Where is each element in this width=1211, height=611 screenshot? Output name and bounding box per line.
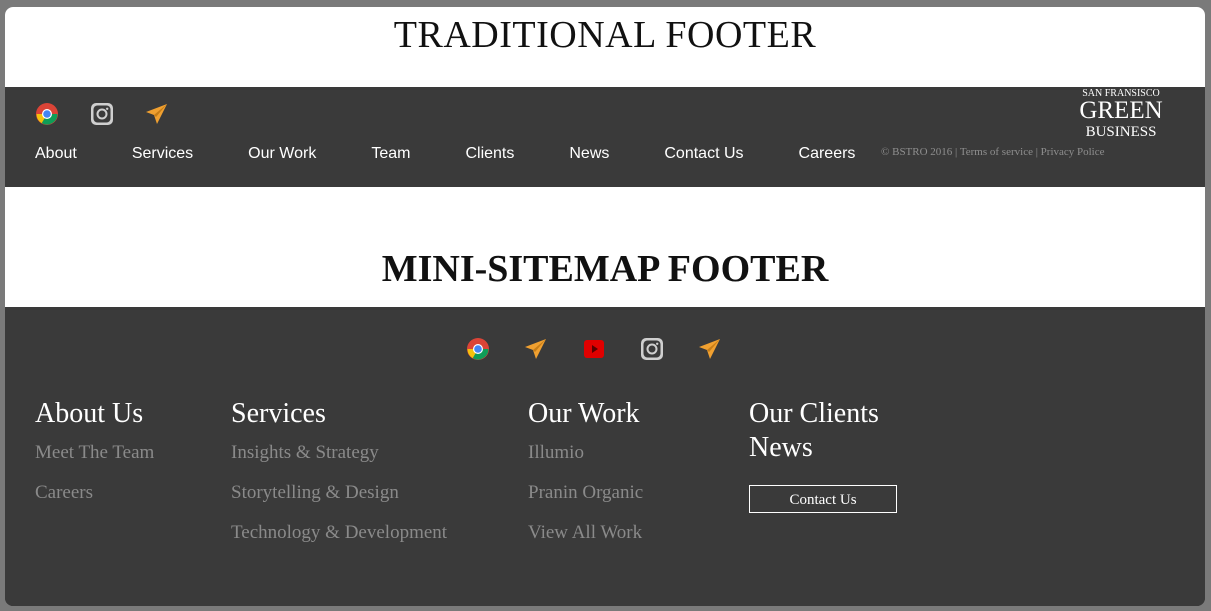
telegram-icon[interactable] [698, 337, 722, 361]
traditional-title-band: TRADITIONAL FOOTER [5, 7, 1205, 87]
instagram-icon[interactable] [90, 102, 114, 126]
column-heading: About Us [35, 398, 144, 429]
link-technology-development[interactable]: Technology & Development [231, 521, 447, 544]
link-careers[interactable]: Careers [35, 481, 154, 504]
nav-team[interactable]: Team [371, 145, 410, 163]
chrome-icon[interactable] [466, 337, 490, 361]
traditional-footer: About Services Our Work Team Clients New… [5, 87, 1205, 187]
telegram-icon[interactable] [524, 337, 548, 361]
traditional-social-icons [35, 102, 169, 126]
youtube-icon[interactable] [582, 337, 606, 361]
link-view-all-work[interactable]: View All Work [528, 521, 643, 544]
column-heading-clients[interactable]: Our Clients [749, 397, 897, 431]
badge-bottom-text: BUSINESS [1085, 124, 1157, 140]
contact-us-button[interactable]: Contact Us [749, 485, 897, 513]
column-heading: Our Work [528, 398, 640, 429]
nav-clients[interactable]: Clients [465, 145, 514, 163]
legal-text: © BSTRO 2016 | Terms of service | Privac… [881, 146, 1105, 158]
chrome-icon[interactable] [35, 102, 59, 126]
link-storytelling-design[interactable]: Storytelling & Design [231, 481, 447, 504]
link-insights-strategy[interactable]: Insights & Strategy [231, 441, 447, 464]
nav-contact-us[interactable]: Contact Us [664, 145, 743, 163]
nav-services[interactable]: Services [132, 145, 193, 163]
badge-middle-text: GREEN [1079, 97, 1163, 124]
column-heading-news[interactable]: News [749, 431, 897, 465]
instagram-icon[interactable] [640, 337, 664, 361]
link-illumio[interactable]: Illumio [528, 441, 643, 464]
nav-news[interactable]: News [569, 145, 609, 163]
traditional-nav: About Services Our Work Team Clients New… [35, 145, 910, 163]
mini-sitemap-footer-title: MINI-SITEMAP FOOTER [381, 248, 829, 290]
mini-sitemap-footer: About Us Meet The Team Careers Services … [5, 307, 1205, 606]
link-meet-the-team[interactable]: Meet The Team [35, 441, 154, 464]
column-our-clients-news: Our Clients News Contact Us [749, 397, 897, 513]
telegram-icon[interactable] [145, 102, 169, 126]
traditional-footer-title: TRADITIONAL FOOTER [393, 14, 817, 56]
link-pranin-organic[interactable]: Pranin Organic [528, 481, 643, 504]
nav-our-work[interactable]: Our Work [248, 145, 316, 163]
column-about-us: About Us Meet The Team Careers [35, 397, 154, 504]
green-business-badge: SAN FRANSISCO GREEN BUSINESS [1073, 87, 1169, 141]
column-our-work: Our Work Illumio Pranin Organic View All… [528, 397, 643, 544]
column-heading: Services [231, 398, 326, 429]
screenshot-frame: TRADITIONAL FOOTER About Services Our Wo… [5, 7, 1205, 606]
nav-about[interactable]: About [35, 145, 77, 163]
nav-careers[interactable]: Careers [799, 145, 856, 163]
mini-social-icons [466, 337, 722, 361]
column-services: Services Insights & Strategy Storytellin… [231, 397, 447, 544]
